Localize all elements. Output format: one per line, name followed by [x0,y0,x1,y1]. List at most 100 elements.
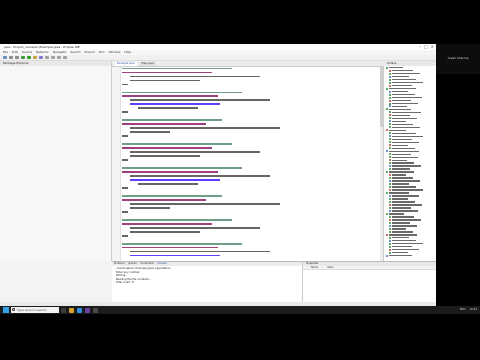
code-text-placeholder [130,155,200,157]
method-icon [386,171,388,174]
outline-item-label-placeholder [392,186,416,188]
outline-item-label-placeholder [392,177,413,179]
webcam-overlay: Anjali Sharma [436,44,480,74]
search-icon[interactable] [51,56,55,59]
method-icon [386,66,388,69]
method-icon [386,129,388,132]
outline-tree[interactable] [384,66,436,257]
outline-item[interactable] [384,254,436,257]
outline-item-label-placeholder [392,144,408,146]
edge-icon[interactable] [77,307,82,313]
method-icon [389,200,391,203]
code-text-placeholder [130,226,260,229]
code-text-placeholder [130,250,270,253]
method-icon [386,212,388,215]
code-text-placeholder [130,203,280,205]
back-icon[interactable] [57,56,61,59]
outline-item-label-placeholder [392,114,410,117]
clock[interactable]: 10:42 [470,306,477,314]
code-line [122,226,380,230]
outline-item-label-placeholder [389,87,416,90]
code-text-area[interactable] [122,67,380,261]
editor-scrollbar[interactable] [380,67,383,261]
save-icon[interactable] [9,56,13,59]
code-text-placeholder [122,195,222,197]
language-indicator[interactable]: ENG [460,306,466,314]
method-icon [389,168,391,171]
code-line [122,151,380,154]
run-icon[interactable] [27,56,31,59]
store-icon[interactable] [93,307,98,313]
outline-item-label-placeholder [392,99,411,102]
properties-column-value[interactable]: Value [327,266,334,269]
code-text-placeholder [122,143,232,145]
taskbar-search[interactable]: Type here to search [11,307,59,313]
outline-item-label-placeholder [392,90,408,93]
method-icon [389,123,391,126]
tab-declaration[interactable]: Declaration [140,262,154,266]
code-text-placeholder [130,254,220,257]
outline-item-label-placeholder [392,138,412,140]
outline-tab[interactable]: Outline [384,61,436,66]
new-class-icon[interactable] [39,56,43,59]
outline-item-label-placeholder [392,102,418,105]
editor-scroll-thumb[interactable] [380,67,383,127]
task-view-icon[interactable] [61,307,66,313]
outline-item-label-placeholder [389,192,409,194]
outline-item-label-placeholder [392,243,423,245]
outline-item-label-placeholder [392,96,422,99]
print-icon[interactable] [15,56,19,59]
code-line [122,131,380,134]
outline-item-label-placeholder [392,168,410,170]
debug-icon[interactable] [21,56,25,59]
editor-tab-main[interactable]: Main.java [139,61,156,66]
open-type-icon[interactable] [45,56,49,59]
outline-item-label-placeholder [392,126,420,129]
method-icon [389,84,391,87]
system-tray: ENG 10:42 [390,306,480,314]
console-line: Total count: 8 [116,281,134,285]
editor-tab-example[interactable]: Example.java [115,61,137,66]
eclipse-icon[interactable] [85,307,90,313]
method-icon [389,189,391,192]
outline-item-label-placeholder [389,234,417,236]
method-icon [389,105,391,108]
code-line [122,242,380,246]
outline-item-label-placeholder [392,219,421,221]
method-icon [389,242,391,245]
outline-item-label-placeholder [392,246,412,248]
outline-item-label-placeholder [392,159,407,161]
method-icon [389,159,391,162]
tab-console[interactable]: Console [157,262,167,266]
taskbar: Type here to search ENG 10:42 [0,306,480,314]
properties-column-name[interactable]: Name [311,266,318,269]
package-explorer: Package Explorer [0,61,112,261]
code-line [122,111,380,114]
method-icon [389,165,391,168]
outline-item-label-placeholder [392,204,422,206]
windows-start-icon[interactable] [3,307,9,313]
package-explorer-tab[interactable]: Package Explorer [0,61,111,66]
new-icon[interactable] [3,56,7,59]
outline-item-label-placeholder [392,147,415,149]
method-icon [389,180,391,183]
outline-item-label-placeholder [392,249,419,251]
forward-icon[interactable] [63,56,67,59]
tab-javadoc[interactable]: Javadoc [128,262,137,266]
method-icon [389,117,391,120]
external-tools-icon[interactable] [33,56,37,59]
method-icon [389,198,391,200]
method-icon [389,209,391,212]
outline-item-label-placeholder [392,165,421,167]
tab-problems[interactable]: Problems [114,262,125,266]
code-line [122,219,380,222]
outline-item-label-placeholder [392,201,415,203]
outline-item-label-placeholder [392,162,414,164]
method-icon [389,245,391,248]
code-text-placeholder [122,95,218,98]
file-explorer-icon[interactable] [69,307,74,313]
code-editor[interactable]: Example.java Main.java [112,61,384,261]
